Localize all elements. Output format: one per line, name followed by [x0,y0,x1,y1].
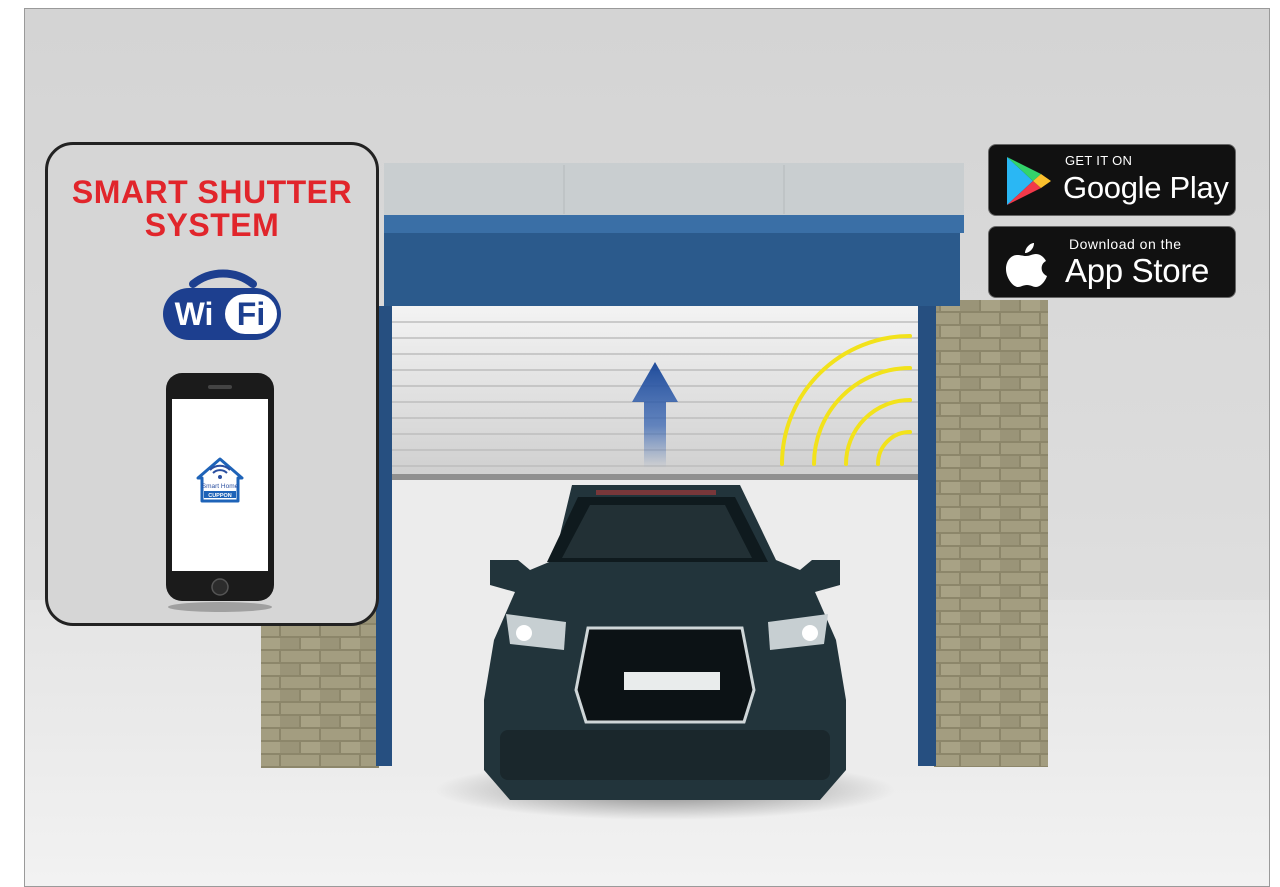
rail-right [918,306,936,766]
apple-icon [1006,243,1047,287]
concrete-lintel [384,163,964,215]
app-label-line1: Smart Home [202,483,239,490]
smartphone-icon: Smart Home CUPPON [166,373,274,612]
info-panel: SMART SHUTTER SYSTEM Wi Fi Smart Home CU… [45,142,379,626]
panel-title-line2: SYSTEM [144,207,280,243]
google-play-icon [1007,157,1051,205]
brick-pillar-right [934,300,1048,767]
app-store-big-text: App Store [1065,252,1210,289]
panel-title-line1: SMART SHUTTER [71,174,353,210]
wifi-wi-text: Wi [175,296,214,332]
wifi-logo-icon: Wi Fi [163,269,281,340]
brick-pillar-left [261,610,379,768]
google-play-small-text: GET IT ON [1065,153,1133,168]
google-play-badge[interactable]: GET IT ON Google Play [988,144,1236,216]
wifi-fi-text: Fi [237,296,265,332]
app-label-line2: CUPPON [208,493,232,499]
app-store-badge[interactable]: Download on the App Store [988,226,1236,298]
google-play-big-text: Google Play [1063,170,1229,205]
app-store-small-text: Download on the [1069,236,1182,252]
